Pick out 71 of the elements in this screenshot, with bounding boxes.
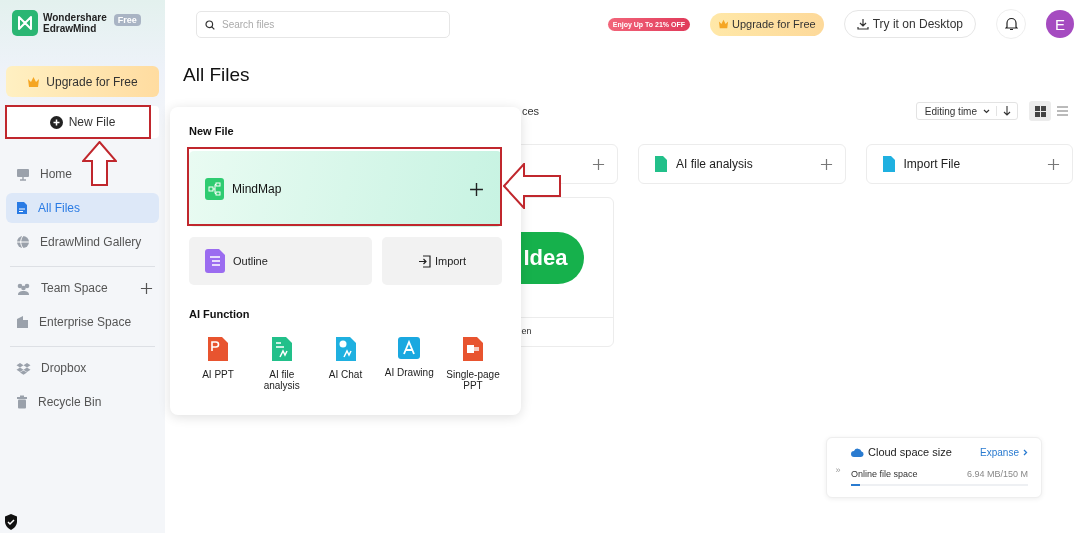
chevron-right-icon bbox=[1023, 448, 1028, 456]
new-file-option[interactable]: Outline bbox=[189, 237, 372, 285]
grid-icon bbox=[1034, 105, 1046, 117]
create-card[interactable]: Import File bbox=[865, 144, 1073, 184]
search-field[interactable]: Search files bbox=[196, 10, 450, 38]
card-label: Import File bbox=[903, 157, 961, 171]
diamonds-icon bbox=[16, 361, 31, 375]
slides-file-icon bbox=[463, 337, 483, 361]
desktop-button[interactable]: Try it on Desktop bbox=[843, 10, 976, 38]
add-icon[interactable] bbox=[140, 281, 153, 295]
crown-icon bbox=[717, 19, 729, 29]
globe-icon bbox=[16, 235, 30, 249]
building-icon bbox=[16, 315, 29, 329]
bell-icon bbox=[1004, 17, 1018, 31]
ai-function-item[interactable]: AI Chat bbox=[316, 337, 375, 391]
brand-name: EdrawMind bbox=[43, 23, 98, 34]
sidebar-item[interactable]: Home bbox=[6, 159, 159, 189]
sidebar-item[interactable]: Recycle Bin bbox=[6, 387, 159, 417]
expand-link[interactable]: Expanse bbox=[980, 446, 1028, 458]
presentation-file-icon bbox=[208, 337, 228, 361]
section-title: New File bbox=[189, 125, 235, 137]
search-icon bbox=[205, 19, 215, 30]
storage-usage: 6.94 MB/150 M bbox=[966, 469, 1028, 479]
shield-icon[interactable] bbox=[3, 513, 19, 531]
upgrade-button[interactable]: Upgrade for Free bbox=[6, 66, 159, 97]
add-icon[interactable] bbox=[469, 181, 484, 197]
arrow-down-icon bbox=[1003, 106, 1011, 116]
section-title: AI Function bbox=[189, 308, 251, 320]
sidebar-item[interactable]: Team Space bbox=[6, 273, 159, 303]
ai-function-item[interactable]: Single-page PPT bbox=[444, 337, 502, 391]
card-label: AI file analysis bbox=[676, 157, 753, 171]
import-icon bbox=[417, 254, 431, 268]
drawing-app-icon bbox=[398, 337, 421, 359]
storage-label: Online file space bbox=[851, 469, 918, 479]
trash-icon bbox=[16, 395, 28, 409]
user-avatar[interactable]: E bbox=[1046, 10, 1074, 38]
mindmap-option[interactable]: MindMap bbox=[189, 151, 502, 227]
sidebar-item[interactable]: Dropbox bbox=[6, 353, 159, 383]
upgrade-button[interactable]: Upgrade for Free bbox=[709, 12, 824, 36]
ai-function-item[interactable]: AI Drawing bbox=[380, 337, 439, 391]
document-icon bbox=[16, 201, 28, 215]
chevron-down-icon bbox=[983, 108, 990, 114]
download-icon bbox=[856, 18, 869, 30]
crown-icon bbox=[27, 75, 41, 88]
sidebar-item[interactable]: EdrawMind Gallery bbox=[6, 227, 159, 257]
plus-circle-icon bbox=[49, 115, 63, 129]
card-title: Cloud space size bbox=[868, 446, 952, 458]
notification-button[interactable] bbox=[996, 9, 1026, 39]
mindmap-icon bbox=[205, 178, 224, 200]
cloud-icon bbox=[851, 447, 864, 457]
page-title: All Files bbox=[183, 63, 251, 87]
document-file-icon bbox=[271, 337, 292, 361]
logo-icon bbox=[12, 10, 38, 36]
sidebar-item[interactable]: All Files bbox=[6, 193, 159, 223]
brand-name: Wondershare bbox=[43, 12, 107, 23]
chat-file-icon bbox=[335, 337, 356, 361]
ai-function-item[interactable]: AI PPT bbox=[189, 337, 247, 391]
outline-file-icon bbox=[205, 249, 225, 273]
new-file-option[interactable]: Import bbox=[382, 237, 502, 285]
new-file-button[interactable]: New File bbox=[6, 106, 159, 138]
sidebar-item[interactable]: Enterprise Space bbox=[6, 307, 159, 337]
sort-dropdown[interactable]: Editing time bbox=[915, 102, 1018, 120]
ai-function-item[interactable]: AI file analysis bbox=[252, 337, 311, 391]
list-icon bbox=[1056, 106, 1068, 116]
people-icon bbox=[16, 281, 31, 295]
up-arrow-icon bbox=[82, 141, 117, 186]
view-toggle[interactable] bbox=[1029, 101, 1051, 121]
create-card[interactable]: AI file analysis bbox=[638, 144, 846, 184]
plan-badge: Free bbox=[113, 14, 141, 26]
template-caption: en bbox=[520, 325, 533, 336]
monitor-icon bbox=[16, 167, 30, 181]
